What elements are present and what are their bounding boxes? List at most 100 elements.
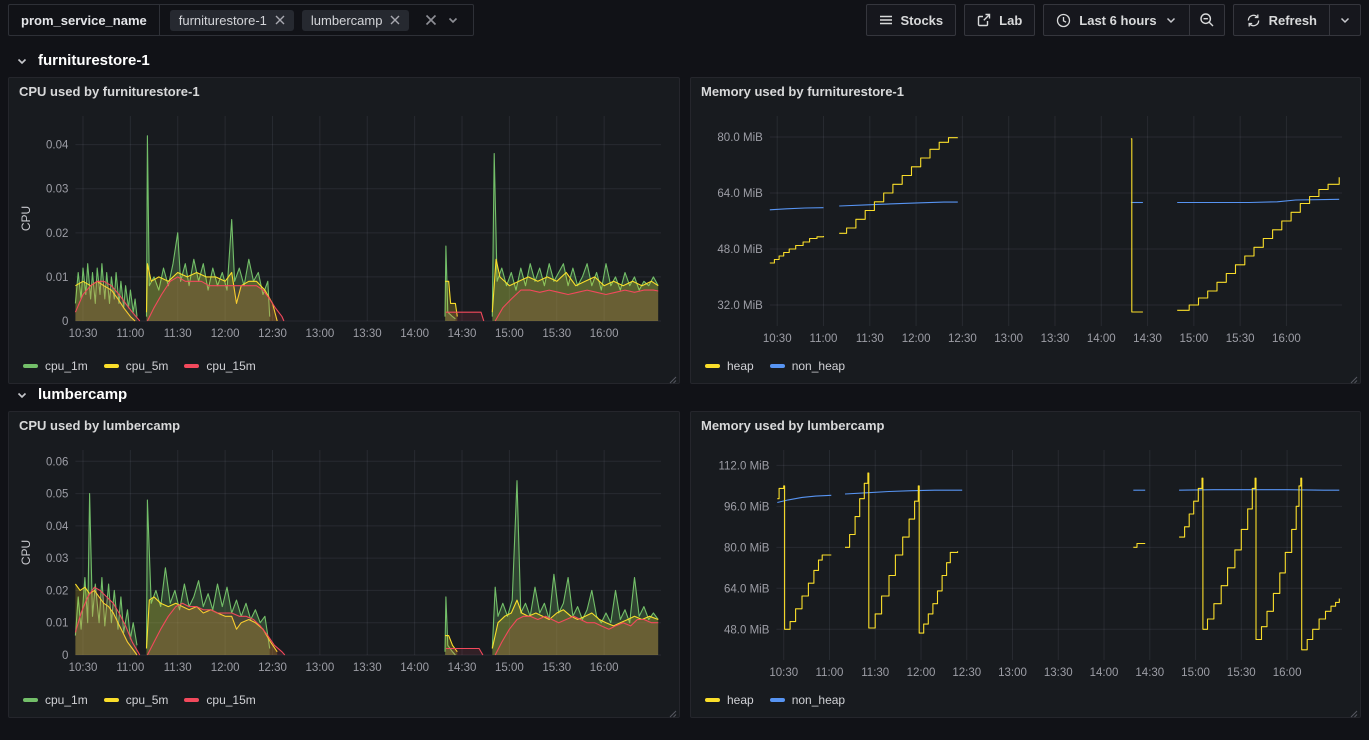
series-line-heap [1177, 177, 1339, 310]
y-tick-label: 0 [62, 316, 68, 328]
legend-color-dash [104, 698, 119, 702]
series-line-non_heap [839, 202, 958, 206]
panel-title[interactable]: CPU used by lumbercamp [19, 418, 669, 442]
panel-row-1: CPU used by furniturestore-1 10:30 11:00 1… [0, 77, 1369, 374]
stocks-button[interactable]: Stocks [866, 4, 957, 36]
clear-filters-icon[interactable] [425, 14, 437, 26]
chevron-down-icon[interactable] [447, 14, 459, 26]
legend-item-cpu_1m[interactable]: cpu_1m [23, 359, 88, 373]
x-tick-label: 13:30 [1044, 667, 1073, 679]
legend-item-cpu_5m[interactable]: cpu_5m [104, 693, 169, 707]
memory-chart-plot[interactable]: 10:3011:0011:3012:0012:3013:0013:3014:00… [701, 108, 1350, 353]
y-tick-label: 64.0 MiB [724, 583, 770, 595]
chart-canvas[interactable]: 10:3011:0011:3012:0012:3013:0013:3014:00… [701, 108, 1350, 348]
y-tick-label: 0.06 [46, 456, 68, 468]
dashboard-toolbar: prom_service_name furniturestore-1 lumbe… [0, 0, 1369, 40]
legend-item-heap[interactable]: heap [705, 359, 754, 373]
x-tick-label: 15:30 [542, 328, 571, 340]
legend-label: heap [727, 359, 754, 373]
panel-resize-handle[interactable] [1348, 705, 1358, 715]
x-tick-label: 12:00 [211, 662, 240, 674]
legend-item-non_heap[interactable]: non_heap [770, 693, 845, 707]
panel-resize-handle[interactable] [667, 371, 677, 381]
zoom-out-button[interactable] [1190, 4, 1225, 36]
chart-canvas[interactable]: 10:3011:0011:3012:0012:3013:0013:3014:00… [19, 108, 669, 343]
remove-filter-icon[interactable] [275, 15, 285, 25]
x-tick-label: 14:30 [1135, 667, 1164, 679]
y-axis-title: CPU [19, 540, 33, 565]
panel-title[interactable]: CPU used by furniturestore-1 [19, 84, 669, 108]
y-tick-label: 0.03 [46, 553, 68, 565]
x-tick-label: 13:30 [353, 328, 382, 340]
panel-title[interactable]: Memory used by furniturestore-1 [701, 84, 1350, 108]
refresh-interval-dropdown[interactable] [1330, 4, 1361, 36]
legend-label: cpu_15m [206, 693, 255, 707]
refresh-icon [1246, 13, 1261, 28]
collapse-chevron-icon [16, 389, 28, 401]
chart-legend: heap non_heap [701, 353, 1350, 379]
legend-item-cpu_5m[interactable]: cpu_5m [104, 359, 169, 373]
x-tick-label: 12:00 [211, 328, 240, 340]
time-controls: Last 6 hours [1043, 4, 1224, 36]
clock-icon [1056, 13, 1071, 28]
series-line-non_heap [777, 495, 831, 502]
legend-item-cpu_1m[interactable]: cpu_1m [23, 693, 88, 707]
legend-color-dash [23, 364, 38, 368]
x-tick-label: 11:00 [816, 667, 844, 679]
external-link-icon [977, 13, 991, 27]
legend-color-dash [104, 364, 119, 368]
x-tick-label: 11:30 [861, 667, 889, 679]
chart-canvas[interactable]: 10:3011:0011:3012:0012:3013:0013:3014:00… [19, 442, 669, 677]
filter-chip-lumbercamp[interactable]: lumbercamp [302, 10, 410, 31]
y-tick-label: 48.0 MiB [717, 244, 763, 256]
x-tick-label: 14:30 [448, 662, 477, 674]
cpu-chart-plot[interactable]: 10:3011:0011:3012:0012:3013:0013:3014:00… [19, 442, 669, 687]
y-tick-label: 64.0 MiB [717, 188, 763, 200]
chart-canvas[interactable]: 10:3011:0011:3012:0012:3013:0013:3014:00… [701, 442, 1350, 682]
time-range-picker[interactable]: Last 6 hours [1043, 4, 1189, 36]
x-tick-label: 11:30 [856, 333, 884, 345]
legend-item-cpu_15m[interactable]: cpu_15m [184, 693, 255, 707]
x-tick-label: 14:00 [400, 328, 429, 340]
filter-chip-label: lumbercamp [311, 13, 383, 28]
y-tick-label: 48.0 MiB [724, 624, 770, 636]
x-tick-label: 15:00 [1181, 667, 1210, 679]
filter-chip-furniturestore-1[interactable]: furniturestore-1 [170, 10, 294, 31]
x-tick-label: 15:00 [495, 328, 524, 340]
section-header-furniturestore-1[interactable]: furniturestore-1 [0, 40, 1369, 77]
x-tick-label: 10:30 [763, 333, 792, 345]
y-tick-label: 0.01 [46, 272, 68, 284]
legend-color-dash [184, 364, 199, 368]
x-tick-label: 14:00 [400, 662, 429, 674]
legend-color-dash [23, 698, 38, 702]
legend-label: non_heap [792, 359, 845, 373]
x-tick-label: 11:00 [116, 328, 144, 340]
refresh-button[interactable]: Refresh [1233, 4, 1330, 36]
legend-item-heap[interactable]: heap [705, 693, 754, 707]
memory-chart-plot[interactable]: 10:3011:0011:3012:0012:3013:0013:3014:00… [701, 442, 1350, 687]
cpu-chart-plot[interactable]: 10:3011:0011:3012:0012:3013:0013:3014:00… [19, 108, 669, 353]
x-tick-label: 15:30 [542, 662, 571, 674]
refresh-controls: Refresh [1233, 4, 1361, 36]
toolbar-actions: Stocks Lab Last 6 hours [866, 4, 1361, 36]
panel-resize-handle[interactable] [667, 705, 677, 715]
filter-values: furniturestore-1 lumbercamp [160, 5, 474, 35]
zoom-out-icon [1199, 12, 1215, 28]
legend-item-cpu_15m[interactable]: cpu_15m [184, 359, 255, 373]
x-tick-label: 12:30 [258, 328, 287, 340]
panel-resize-handle[interactable] [1348, 371, 1358, 381]
filter-key-label[interactable]: prom_service_name [9, 5, 160, 35]
x-tick-label: 11:00 [810, 333, 838, 345]
panel-title[interactable]: Memory used by lumbercamp [701, 418, 1350, 442]
y-tick-label: 0.04 [46, 140, 69, 152]
chart-legend: heap non_heap [701, 687, 1350, 713]
x-tick-label: 15:00 [1179, 333, 1208, 345]
legend-item-non_heap[interactable]: non_heap [770, 359, 845, 373]
collapse-chevron-icon [16, 55, 28, 67]
remove-filter-icon[interactable] [390, 15, 400, 25]
x-tick-label: 16:00 [1273, 667, 1302, 679]
y-axis-title: CPU [19, 206, 33, 231]
series-line-non_heap [770, 208, 824, 210]
x-tick-label: 16:00 [1272, 333, 1301, 345]
lab-button[interactable]: Lab [964, 4, 1035, 36]
